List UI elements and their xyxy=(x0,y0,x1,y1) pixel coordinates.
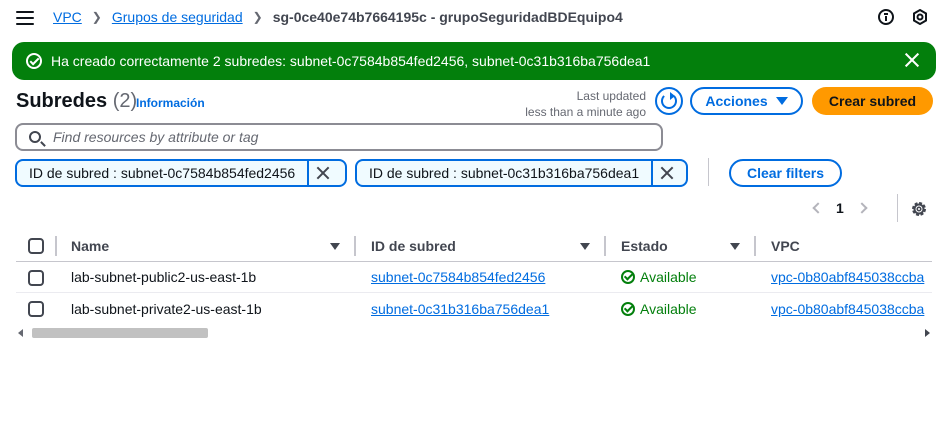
last-updated-label: Last updated xyxy=(576,89,646,103)
column-header-subnet-id[interactable]: ID de subred xyxy=(371,230,571,261)
title-count: (2) xyxy=(112,90,138,112)
actions-label: Acciones xyxy=(705,93,768,109)
table-row[interactable]: lab-subnet-private2-us-east-1b subnet-0c… xyxy=(16,293,932,324)
divider xyxy=(897,194,898,222)
search-icon xyxy=(29,131,41,143)
remove-filter-icon[interactable] xyxy=(651,161,681,185)
clear-filters-button[interactable]: Clear filters xyxy=(729,159,842,187)
search-field xyxy=(15,123,663,151)
row-checkbox[interactable] xyxy=(28,270,44,286)
pagination: 1 xyxy=(812,200,868,216)
row-checkbox[interactable] xyxy=(28,301,44,317)
horizontal-scrollbar[interactable] xyxy=(16,326,932,340)
select-all-checkbox[interactable] xyxy=(28,238,44,254)
chevron-right-icon: ❯ xyxy=(91,10,102,24)
filter-token: ID de subred : subnet-0c31b316ba756dea1 xyxy=(355,159,688,187)
check-circle-icon xyxy=(621,301,635,316)
scroll-right-arrow-icon[interactable] xyxy=(925,329,930,337)
filter-token: ID de subred : subnet-0c7584b854fed2456 xyxy=(15,159,347,187)
column-separator[interactable] xyxy=(354,236,356,256)
breadcrumb: VPC ❯ Grupos de seguridad ❯ sg-0ce40e74b… xyxy=(53,9,623,25)
refresh-button[interactable] xyxy=(655,87,683,115)
check-circle-icon xyxy=(26,53,42,69)
create-subnet-button[interactable]: Crear subred xyxy=(812,87,933,115)
info-link[interactable]: Información xyxy=(136,96,205,110)
settings-hex-icon[interactable] xyxy=(912,9,928,25)
column-header-vpc[interactable]: VPC xyxy=(771,230,932,261)
status-badge: Available xyxy=(621,293,751,324)
cell-name: lab-subnet-private2-us-east-1b xyxy=(71,300,262,317)
table-header: Name ID de subred Estado VPC xyxy=(16,230,932,262)
column-header-name[interactable]: Name xyxy=(71,230,321,261)
scroll-left-arrow-icon[interactable] xyxy=(18,329,23,337)
chevron-left-icon[interactable] xyxy=(812,202,824,214)
sort-caret-icon[interactable] xyxy=(580,243,590,250)
breadcrumb-current: sg-0ce40e74b7664195c - grupoSeguridadBDE… xyxy=(272,9,623,25)
title-text: Subredes xyxy=(16,90,108,112)
chevron-right-icon[interactable] xyxy=(856,202,868,214)
column-separator[interactable] xyxy=(604,236,606,256)
last-updated-value: less than a minute ago xyxy=(525,105,646,119)
check-circle-icon xyxy=(621,270,635,284)
top-navigation: VPC ❯ Grupos de seguridad ❯ sg-0ce40e74b… xyxy=(0,0,946,36)
cell-name: lab-subnet-public2-us-east-1b xyxy=(71,269,257,285)
filter-token-label: ID de subred : subnet-0c31b316ba756dea1 xyxy=(369,165,640,181)
gear-icon[interactable] xyxy=(910,200,928,218)
filter-token-label: ID de subred : subnet-0c7584b854fed2456 xyxy=(29,165,296,181)
column-separator xyxy=(55,236,57,256)
success-flash-banner: Ha creado correctamente 2 subredes: subn… xyxy=(12,42,936,80)
caret-down-icon xyxy=(775,97,788,105)
page-title: Subredes (2) xyxy=(16,90,137,113)
status-text: Available xyxy=(640,269,697,285)
close-icon[interactable] xyxy=(904,52,920,68)
info-icon[interactable] xyxy=(878,9,894,25)
remove-filter-icon[interactable] xyxy=(307,161,337,185)
flash-message: Ha creado correctamente 2 subredes: subn… xyxy=(51,53,651,69)
status-badge: Available xyxy=(621,262,751,292)
breadcrumb-security-groups[interactable]: Grupos de seguridad xyxy=(112,9,243,25)
breadcrumb-vpc[interactable]: VPC xyxy=(53,9,82,25)
page-number[interactable]: 1 xyxy=(836,200,844,216)
search-input[interactable] xyxy=(53,128,653,146)
table-row[interactable]: lab-subnet-public2-us-east-1b subnet-0c7… xyxy=(16,262,932,293)
sort-caret-icon[interactable] xyxy=(730,243,740,250)
vpc-link[interactable]: vpc-0b80abf845038ccba xyxy=(771,301,924,317)
subnet-id-link[interactable]: subnet-0c7584b854fed2456 xyxy=(371,269,545,285)
scrollbar-thumb[interactable] xyxy=(32,328,208,338)
vpc-link[interactable]: vpc-0b80abf845038ccba xyxy=(771,269,924,285)
divider xyxy=(708,158,709,186)
top-icons xyxy=(878,9,928,25)
hamburger-menu-icon[interactable] xyxy=(16,11,34,25)
column-separator[interactable] xyxy=(754,236,756,256)
status-text: Available xyxy=(640,300,697,317)
subnet-id-link[interactable]: subnet-0c31b316ba756dea1 xyxy=(371,301,549,317)
actions-dropdown-button[interactable]: Acciones xyxy=(690,87,803,115)
last-updated: Last updated less than a minute ago xyxy=(525,88,646,120)
sort-caret-icon[interactable] xyxy=(330,243,340,250)
chevron-right-icon: ❯ xyxy=(252,10,263,24)
column-header-status[interactable]: Estado xyxy=(621,230,721,261)
